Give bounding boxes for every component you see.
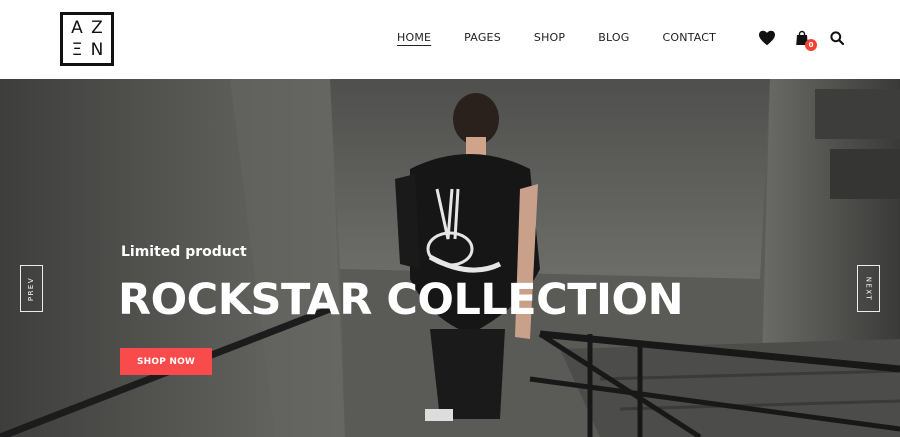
header-actions: 0 bbox=[757, 28, 847, 51]
shop-now-button[interactable]: SHOP NOW bbox=[120, 348, 212, 375]
nav-item-blog[interactable]: BLOG bbox=[598, 31, 629, 44]
search-icon[interactable] bbox=[827, 28, 847, 48]
slider-prev-button[interactable]: PREV bbox=[20, 265, 43, 312]
logo-letter: Z bbox=[91, 18, 103, 38]
hero-title: ROCKSTAR COLLECTION bbox=[118, 275, 684, 325]
slider-next-button[interactable]: NEXT bbox=[857, 265, 880, 312]
hero-eyebrow: Limited product bbox=[121, 244, 247, 260]
shopping-bag-icon[interactable]: 0 bbox=[792, 28, 817, 51]
cart-count-badge: 0 bbox=[805, 39, 817, 51]
logo-letter: N bbox=[90, 40, 104, 60]
logo-letter: A bbox=[71, 18, 83, 38]
site-header: A Z Ξ N HOME PAGES SHOP BLOG CONTACT 0 bbox=[0, 0, 900, 79]
nav-item-shop[interactable]: SHOP bbox=[534, 31, 565, 44]
hero-slider: Limited product ROCKSTAR COLLECTION SHOP… bbox=[0, 79, 900, 437]
heart-icon[interactable] bbox=[757, 28, 777, 48]
nav-item-contact[interactable]: CONTACT bbox=[663, 31, 717, 44]
main-nav: HOME PAGES SHOP BLOG CONTACT bbox=[397, 31, 749, 44]
brand-logo[interactable]: A Z Ξ N bbox=[60, 12, 114, 66]
slider-next-label: NEXT bbox=[864, 276, 873, 301]
slider-prev-label: PREV bbox=[27, 276, 36, 301]
nav-item-home[interactable]: HOME bbox=[397, 31, 431, 44]
nav-item-pages[interactable]: PAGES bbox=[464, 31, 501, 44]
logo-letter: Ξ bbox=[71, 40, 83, 60]
